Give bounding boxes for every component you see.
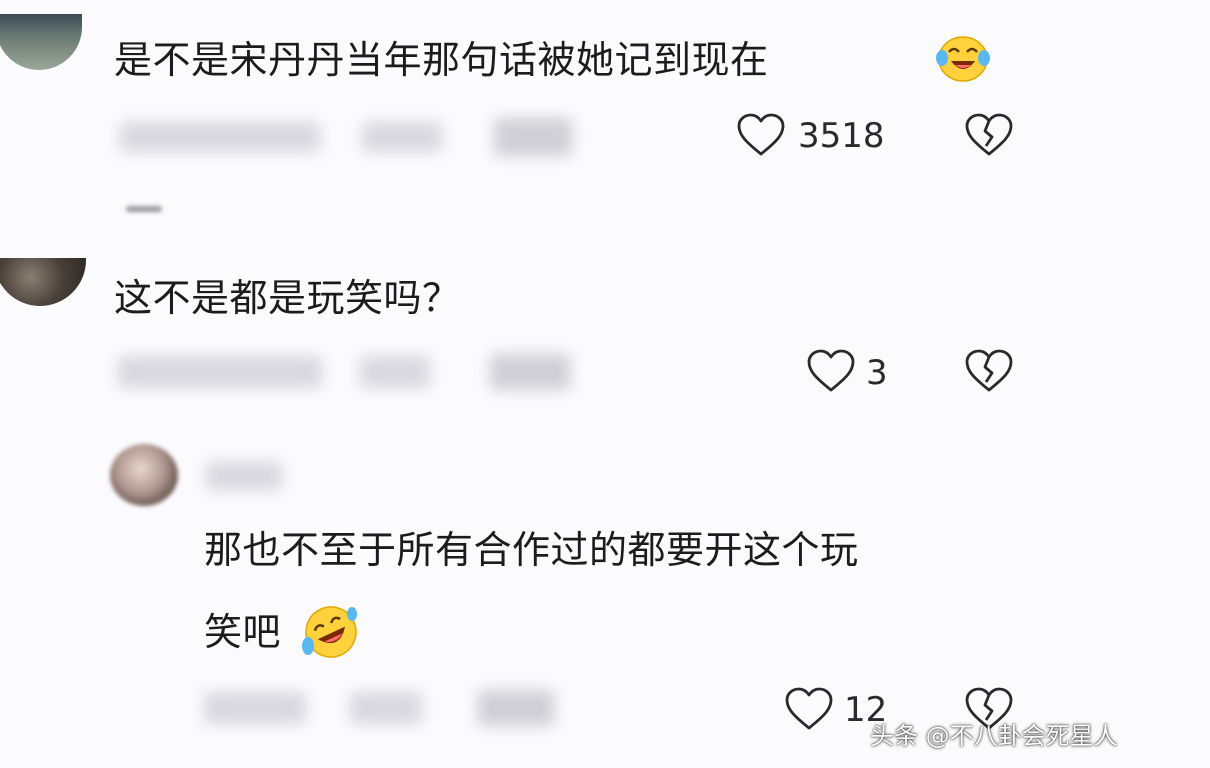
like-count: 3 bbox=[866, 353, 888, 393]
heart-outline-icon[interactable] bbox=[736, 112, 786, 158]
comment-meta-location bbox=[362, 122, 442, 152]
broken-heart-icon[interactable] bbox=[964, 112, 1014, 158]
crying-laughing-emoji bbox=[936, 36, 990, 82]
rolling-on-floor-laughing-emoji bbox=[302, 606, 357, 658]
reply-reply-button[interactable] bbox=[478, 690, 554, 726]
reply-button[interactable] bbox=[490, 354, 570, 390]
reply-text-line-2: 笑吧 bbox=[204, 610, 282, 654]
reply-button[interactable] bbox=[494, 118, 572, 156]
comment-meta-time bbox=[120, 122, 320, 152]
comment-text: 是不是宋丹丹当年那句话被她记到现在 bbox=[114, 38, 769, 82]
reply-meta-time bbox=[204, 692, 306, 724]
avatar[interactable] bbox=[0, 258, 86, 306]
watermark: 头条 @不八卦会死星人 bbox=[870, 722, 1118, 750]
reply-text-line-1: 那也不至于所有合作过的都要开这个玩 bbox=[204, 528, 859, 572]
comment-text: 这不是都是玩笑吗？ bbox=[114, 276, 461, 320]
reply-avatar[interactable] bbox=[110, 444, 178, 506]
comment-meta-location bbox=[360, 356, 430, 388]
reply-meta-location bbox=[350, 692, 422, 724]
avatar[interactable] bbox=[0, 14, 82, 70]
divider-avatar-peek bbox=[126, 206, 162, 212]
comment-meta-time bbox=[118, 356, 322, 388]
heart-outline-icon[interactable] bbox=[784, 686, 834, 732]
like-count: 3518 bbox=[798, 116, 885, 156]
broken-heart-icon[interactable] bbox=[964, 348, 1014, 394]
reply-username[interactable] bbox=[206, 462, 282, 490]
heart-outline-icon[interactable] bbox=[806, 348, 856, 394]
